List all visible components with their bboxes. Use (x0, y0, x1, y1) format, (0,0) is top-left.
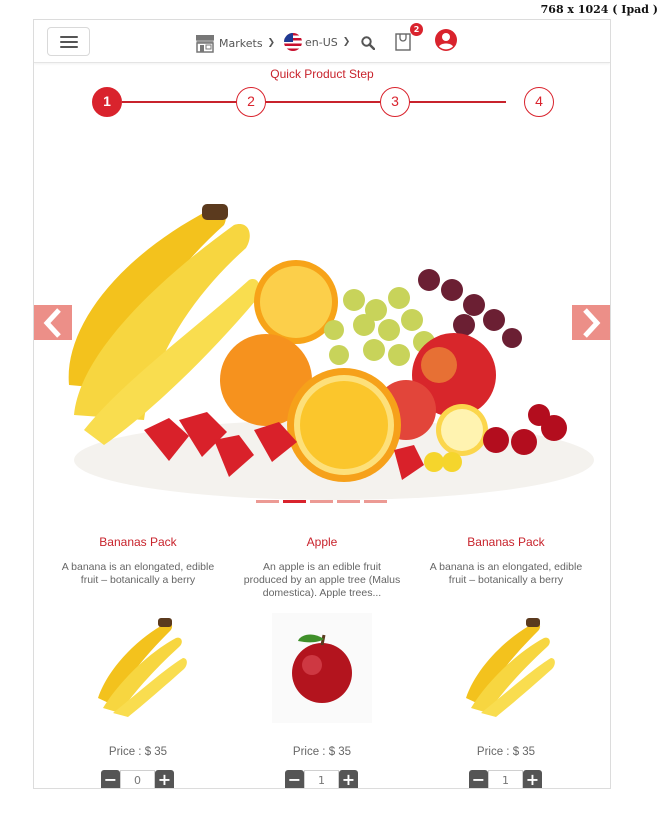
hero-carousel (34, 130, 610, 522)
us-flag-icon (284, 33, 302, 51)
top-navbar: Markets ❯ en-US ❯ 2 (34, 20, 610, 63)
quantity-value[interactable]: 1 (488, 770, 523, 788)
device-size-label: 768 x 1024 ( Ipad ) (540, 3, 658, 16)
product-price: Price : $ 35 (108, 746, 168, 758)
product-name[interactable]: Bananas Pack (418, 535, 594, 549)
menu-toggle-button[interactable] (47, 27, 90, 56)
banana-image[interactable] (88, 613, 188, 723)
fruit-banner-image (68, 204, 594, 500)
search-icon[interactable] (361, 36, 375, 50)
markets-dropdown[interactable]: Markets ❯ (194, 33, 275, 53)
product-card: Bananas Pack A banana is an elongated, e… (418, 535, 594, 788)
step-4[interactable]: 4 (524, 87, 554, 117)
chevron-left-icon (43, 307, 61, 338)
carousel-indicator[interactable] (256, 500, 279, 503)
product-description: A banana is an elongated, edible fruit –… (429, 561, 583, 586)
language-label: en-US (305, 35, 338, 49)
quantity-value[interactable]: 1 (304, 770, 339, 788)
chevron-right-icon (583, 307, 601, 338)
app-frame: Markets ❯ en-US ❯ 2 Quick Product Step 1… (33, 19, 611, 789)
increase-qty-button[interactable]: + (339, 770, 358, 788)
product-name[interactable]: Apple (234, 535, 410, 549)
cart-count-badge: 2 (410, 23, 423, 36)
decrease-qty-button[interactable]: − (101, 770, 120, 788)
carousel-indicator[interactable] (364, 500, 387, 503)
shopping-bag-icon[interactable] (395, 32, 411, 51)
chevron-down-icon: ❯ (267, 38, 276, 48)
quantity-stepper: − 0 + (101, 770, 174, 788)
step-3[interactable]: 3 (380, 87, 410, 117)
user-circle-icon[interactable] (434, 28, 458, 52)
quantity-value[interactable]: 0 (120, 770, 155, 788)
product-description: A banana is an elongated, edible fruit –… (61, 561, 215, 586)
carousel-next-button[interactable] (572, 305, 610, 340)
decrease-qty-button[interactable]: − (285, 770, 304, 788)
product-description: An apple is an edible fruit produced by … (243, 561, 401, 599)
increase-qty-button[interactable]: + (523, 770, 542, 788)
quantity-stepper: − 1 + (285, 770, 358, 788)
step-2[interactable]: 2 (236, 87, 266, 117)
carousel-indicator[interactable] (283, 500, 306, 503)
carousel-prev-button[interactable] (34, 305, 72, 340)
carousel-indicator[interactable] (310, 500, 333, 503)
product-name[interactable]: Bananas Pack (50, 535, 226, 549)
carousel-indicators (256, 500, 387, 503)
product-card: Bananas Pack A banana is an elongated, e… (50, 535, 226, 788)
product-price: Price : $ 35 (292, 746, 352, 758)
step-progress-line (122, 101, 506, 103)
banana-image[interactable] (456, 613, 556, 723)
decrease-qty-button[interactable]: − (469, 770, 488, 788)
apple-image[interactable] (272, 613, 372, 723)
language-dropdown[interactable]: en-US ❯ (284, 33, 350, 51)
product-card: Apple An apple is an edible fruit produc… (234, 535, 410, 788)
menu-icon (60, 36, 78, 38)
increase-qty-button[interactable]: + (155, 770, 174, 788)
chevron-down-icon: ❯ (342, 37, 351, 47)
product-price: Price : $ 35 (476, 746, 536, 758)
quantity-stepper: − 1 + (469, 770, 542, 788)
carousel-indicator[interactable] (337, 500, 360, 503)
quick-product-step-title: Quick Product Step (270, 67, 374, 81)
step-1[interactable]: 1 (92, 87, 122, 117)
store-icon (196, 35, 214, 53)
markets-label: Markets (219, 36, 263, 50)
